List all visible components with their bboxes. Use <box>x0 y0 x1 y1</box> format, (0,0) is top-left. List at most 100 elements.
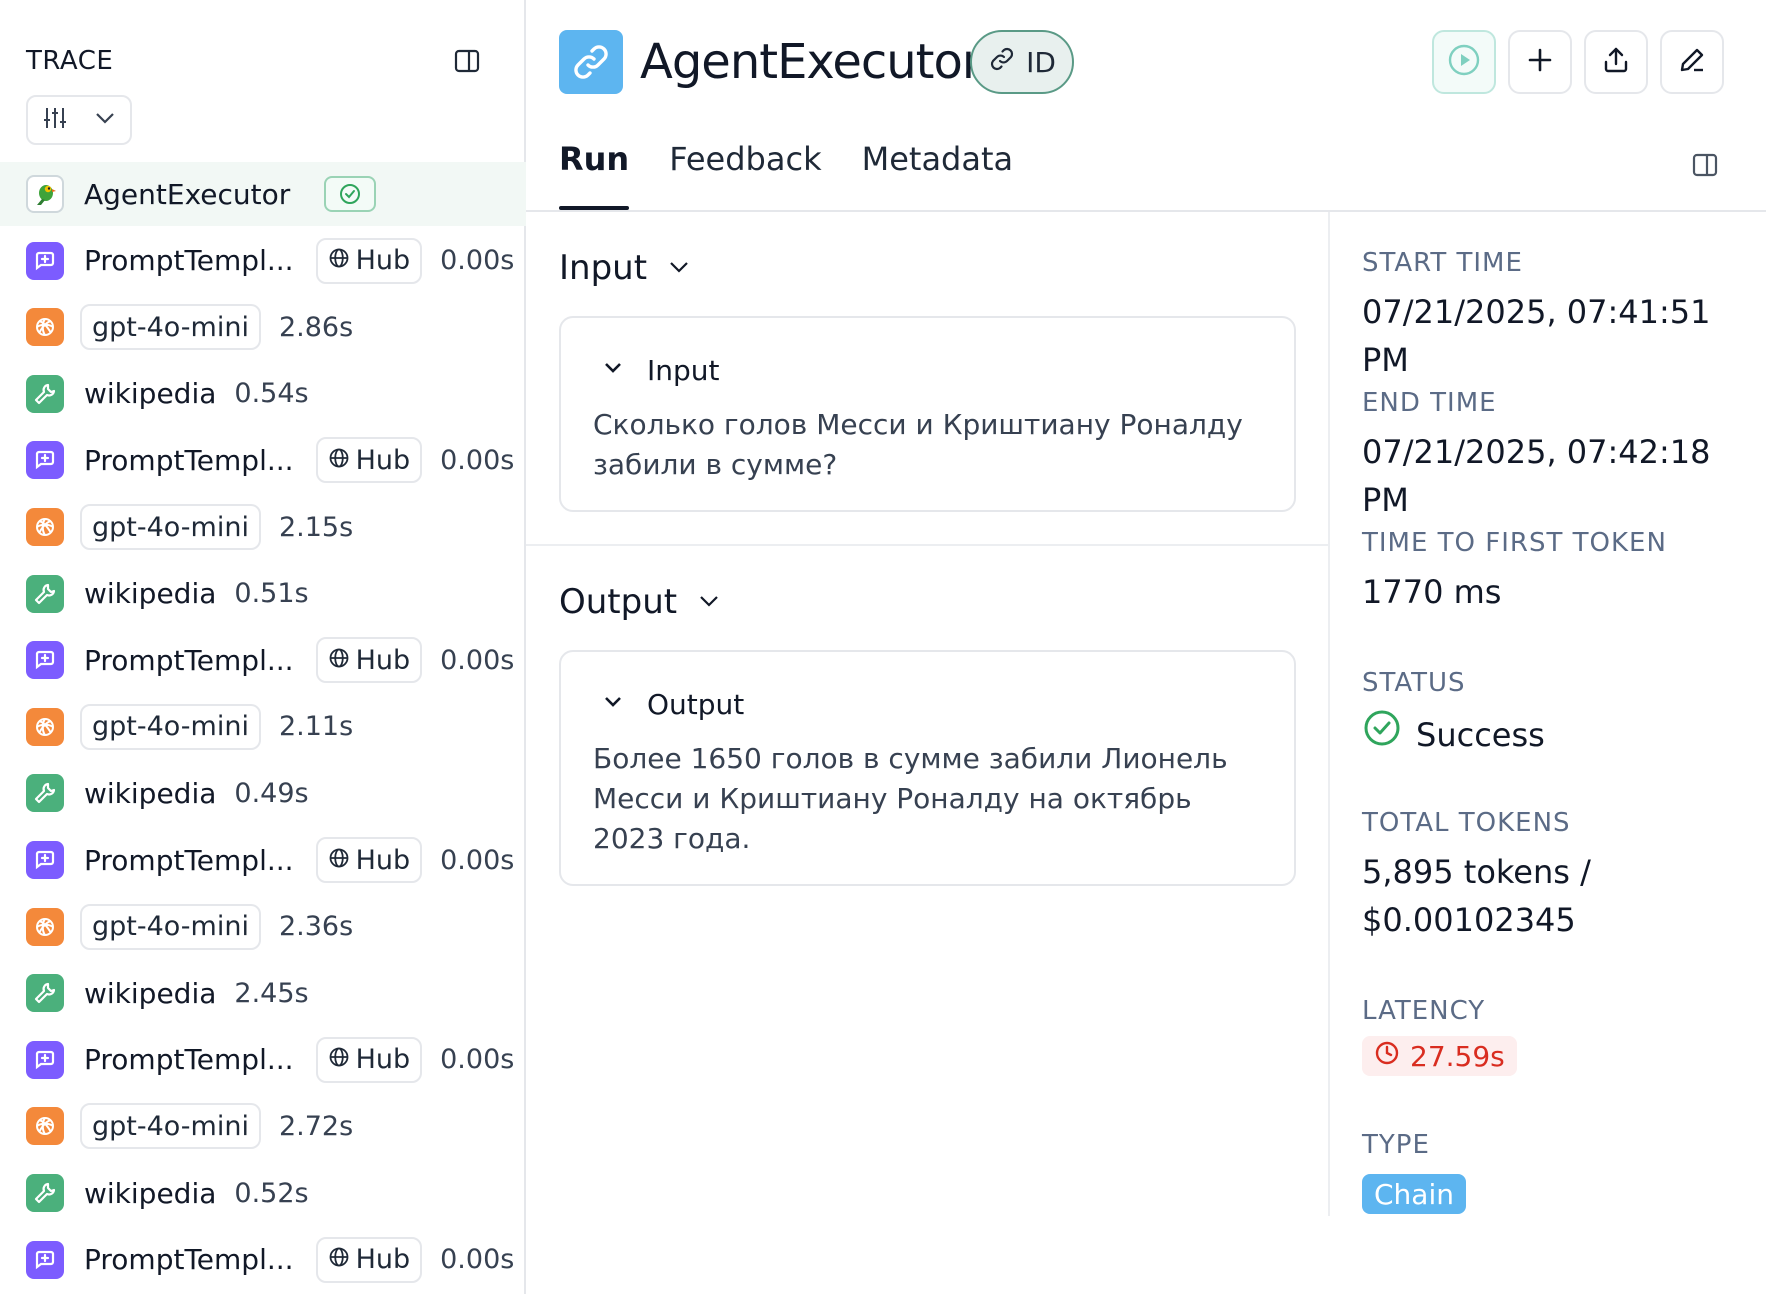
wrench-icon <box>26 574 64 613</box>
input-text: Сколько голов Месси и Криштиану Роналду … <box>593 408 1243 481</box>
globe-icon <box>328 1044 350 1075</box>
status-text: Success <box>1416 715 1545 754</box>
run-row-llm[interactable]: gpt-4o-mini 2.11s <box>0 695 526 759</box>
output-heading: Output <box>559 582 678 622</box>
details-panel-toggle-icon[interactable] <box>1690 150 1720 180</box>
run-row-agent[interactable]: AgentExecutor <box>0 162 526 226</box>
tokens-cost: $0.00102345 <box>1362 901 1576 939</box>
model-chip: gpt-4o-mini <box>80 504 261 550</box>
openai-icon <box>26 1107 64 1146</box>
run-row-tool[interactable]: wikipedia 0.52s <box>0 1161 526 1225</box>
wrench-icon <box>26 974 64 1013</box>
model-chip: gpt-4o-mini <box>80 304 261 351</box>
run-row-prompt[interactable]: PromptTempl... Hub 0.00s <box>0 428 526 492</box>
hub-link[interactable]: Hub <box>315 637 423 684</box>
hub-link[interactable]: Hub <box>315 1236 423 1283</box>
globe-icon <box>328 645 350 676</box>
plus-icon <box>1526 46 1554 78</box>
hub-link[interactable]: Hub <box>315 237 423 284</box>
hub-label: Hub <box>355 1244 411 1276</box>
run-row-llm[interactable]: gpt-4o-mini 2.15s <box>0 495 526 559</box>
type-label: TYPE <box>1362 1130 1430 1160</box>
trace-sidebar: TRACE AgentExecutor PromptTempl... Hub 0.00… <box>0 0 526 1294</box>
globe-icon <box>328 245 350 276</box>
run-row-llm[interactable]: gpt-4o-mini 2.86s <box>0 295 526 359</box>
run-duration: 0.54s <box>234 378 309 410</box>
tab-feedback[interactable]: Feedback <box>669 140 821 210</box>
run-name: PromptTempl... <box>84 443 294 477</box>
run-name: wikipedia <box>84 776 217 810</box>
run-row-prompt[interactable]: PromptTempl... Hub 0.00s <box>0 1028 526 1092</box>
run-duration: 2.15s <box>278 511 354 543</box>
run-row-tool[interactable]: wikipedia 2.45s <box>0 961 526 1025</box>
tabs-divider <box>526 210 1766 212</box>
openai-icon <box>26 907 64 946</box>
section-divider <box>526 544 1328 546</box>
playground-button[interactable] <box>1432 30 1496 94</box>
openai-icon <box>26 508 64 546</box>
run-row-prompt[interactable]: PromptTempl... Hub 0.00s <box>0 229 526 293</box>
input-heading: Input <box>559 248 648 288</box>
hub-link[interactable]: Hub <box>315 437 423 484</box>
prompt-icon <box>26 1240 64 1279</box>
run-name: PromptTempl... <box>84 1243 294 1277</box>
globe-icon <box>328 845 350 876</box>
sliders-icon <box>41 104 69 136</box>
tab-bar: Run Feedback Metadata <box>559 140 1013 210</box>
start-time-value: 07/21/2025, 07:41:51 PM <box>1362 293 1711 379</box>
run-duration: 0.51s <box>234 578 309 610</box>
run-duration: 2.36s <box>278 911 354 943</box>
input-section-toggle[interactable]: Input <box>559 248 691 288</box>
run-row-tool[interactable]: wikipedia 0.51s <box>0 562 526 626</box>
hub-label: Hub <box>355 844 411 876</box>
page-title: AgentExecutor <box>640 34 982 90</box>
run-duration: 0.00s <box>440 1244 515 1276</box>
chevron-down-icon <box>601 354 625 387</box>
hub-link[interactable]: Hub <box>315 1036 423 1083</box>
input-field-toggle[interactable]: Input <box>601 354 1262 387</box>
type-badge: Chain <box>1362 1174 1466 1214</box>
copy-id-button[interactable]: ID <box>970 30 1074 94</box>
hub-label: Hub <box>355 444 411 476</box>
wrench-icon <box>26 1174 64 1212</box>
run-row-prompt[interactable]: PromptTempl... Hub 0.00s <box>0 628 526 692</box>
latency-label: LATENCY <box>1362 996 1486 1026</box>
run-row-tool[interactable]: wikipedia 0.54s <box>0 362 526 426</box>
upload-icon <box>1601 45 1631 79</box>
end-time-value: 07/21/2025, 07:42:18 PM <box>1362 433 1711 519</box>
chevron-down-icon <box>93 106 117 134</box>
output-section-toggle[interactable]: Output <box>559 582 721 622</box>
wrench-icon <box>26 774 64 813</box>
hub-link[interactable]: Hub <box>315 837 423 883</box>
output-field-toggle[interactable]: Output <box>601 688 1262 721</box>
add-button[interactable] <box>1508 30 1572 94</box>
run-row-llm[interactable]: gpt-4o-mini 2.72s <box>0 1094 526 1158</box>
panel-toggle-icon[interactable] <box>452 46 482 76</box>
latency-value: 27.59s <box>1410 1039 1505 1073</box>
run-row-tool[interactable]: wikipedia 0.49s <box>0 761 526 825</box>
run-name: AgentExecutor <box>84 177 291 211</box>
filter-button[interactable] <box>26 95 132 145</box>
run-row-prompt[interactable]: PromptTempl... Hub 0.00s <box>0 1228 526 1292</box>
model-chip: gpt-4o-mini <box>80 903 261 950</box>
run-duration: 2.11s <box>278 711 354 743</box>
parrot-icon <box>26 175 64 213</box>
run-row-prompt[interactable]: PromptTempl... Hub 0.00s <box>0 828 526 892</box>
status-label: STATUS <box>1362 668 1466 698</box>
edit-button[interactable] <box>1660 30 1724 94</box>
run-name: PromptTempl... <box>84 643 294 677</box>
tab-run[interactable]: Run <box>559 140 630 210</box>
run-duration: 2.72s <box>278 1110 354 1142</box>
share-button[interactable] <box>1584 30 1648 94</box>
run-duration: 0.00s <box>440 245 515 277</box>
total-tokens-label: TOTAL TOKENS <box>1362 808 1571 838</box>
ttft-value: 1770 ms <box>1362 573 1502 611</box>
hub-label: Hub <box>355 644 411 676</box>
run-name: wikipedia <box>84 976 217 1010</box>
id-label: ID <box>1026 45 1056 79</box>
run-name: PromptTempl... <box>84 1043 294 1077</box>
run-row-llm[interactable]: gpt-4o-mini 2.36s <box>0 895 526 959</box>
tab-metadata[interactable]: Metadata <box>862 140 1014 210</box>
run-duration: 0.49s <box>234 777 309 809</box>
openai-icon <box>26 707 64 746</box>
